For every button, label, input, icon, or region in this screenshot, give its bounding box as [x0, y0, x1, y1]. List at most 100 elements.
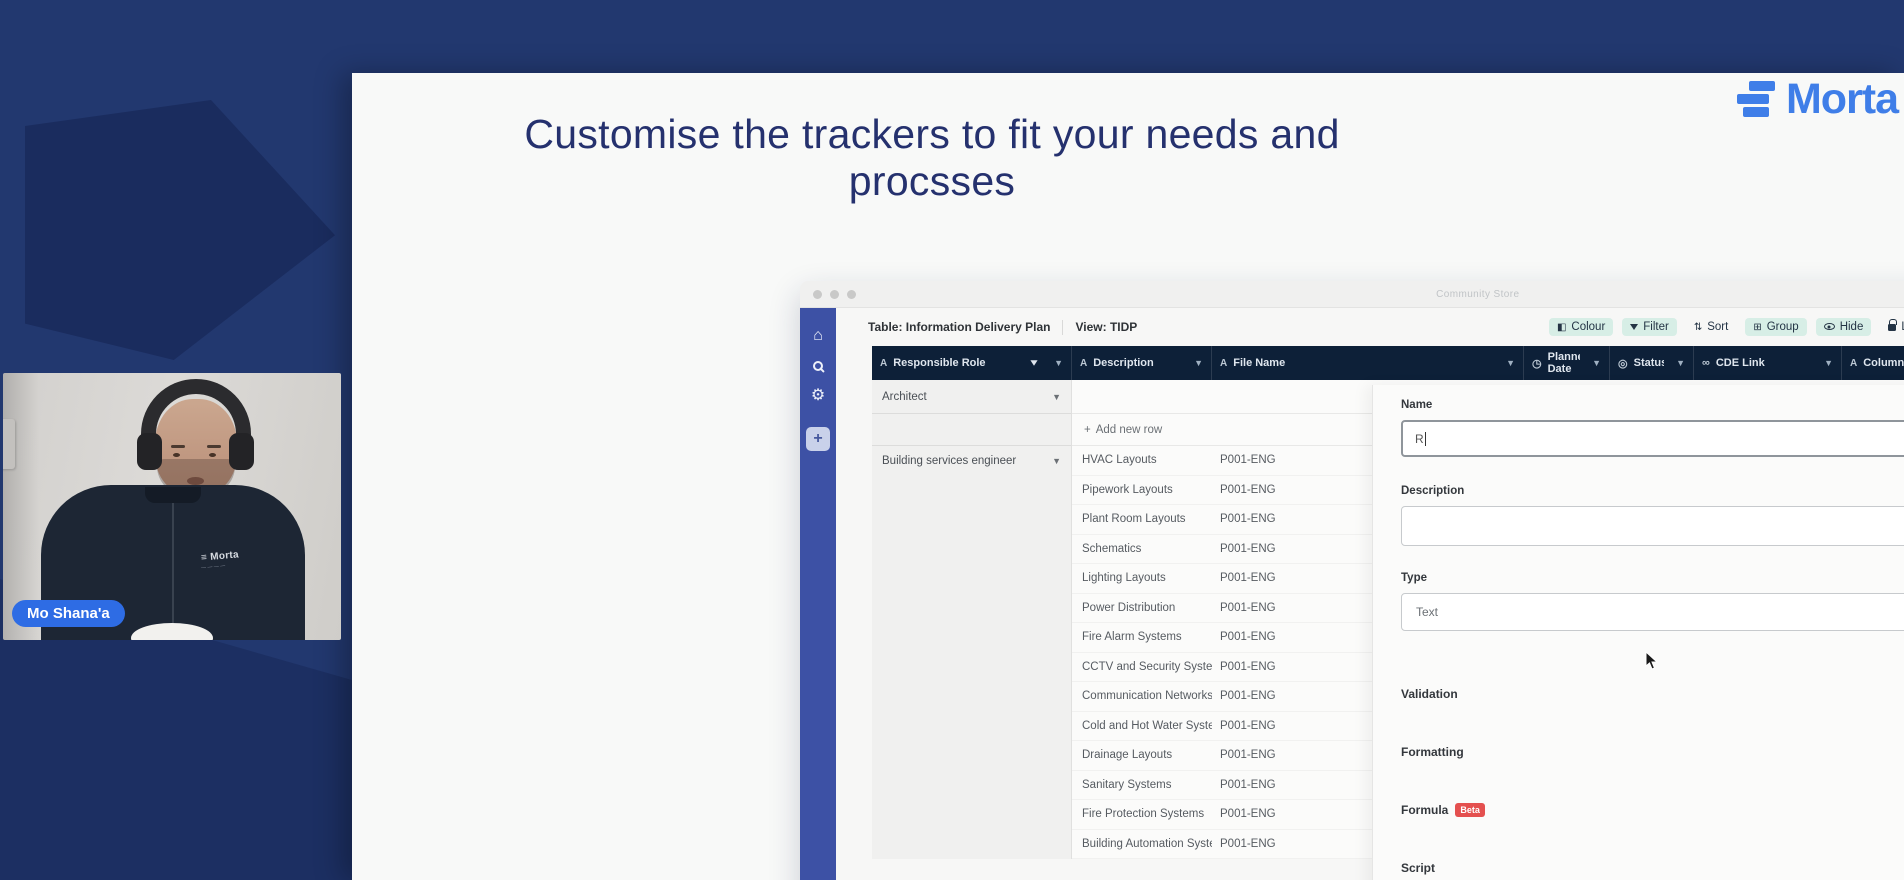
clock-icon: ◷ [1532, 357, 1542, 370]
window-control-dot[interactable] [830, 290, 839, 299]
presentation-slide: Morta Customise the trackers to fit your… [352, 73, 1904, 880]
sort-icon: ⇅ [1694, 321, 1702, 333]
chevron-down-icon[interactable]: ▼ [1824, 358, 1833, 368]
chevron-down-icon[interactable]: ▼ [1676, 358, 1685, 368]
window-control-dot[interactable] [847, 290, 856, 299]
titlebar-hint-text: Community Store [1436, 289, 1519, 300]
column-header-cde-link[interactable]: ∞CDE Link▼ [1694, 346, 1842, 380]
file-name-cell[interactable]: P001-ENG [1212, 749, 1276, 761]
hide-button[interactable]: Hide [1816, 318, 1872, 336]
file-name-cell[interactable]: P001-ENG [1212, 838, 1276, 850]
add-new-row-label: Add new row [1096, 424, 1162, 436]
divider [1062, 320, 1063, 335]
search-icon[interactable] [813, 361, 823, 371]
filter-button[interactable]: Filter [1622, 318, 1677, 336]
description-cell[interactable]: Schematics [1072, 543, 1212, 555]
file-name-cell[interactable]: P001-ENG [1212, 454, 1276, 466]
description-cell[interactable]: Lighting Layouts [1072, 572, 1212, 584]
column-header-status[interactable]: ◎Status▼ [1610, 346, 1694, 380]
view-toolbar: ◧ColourFilter⇅Sort⊞GroupHideLock+Sync Da… [1549, 317, 1904, 337]
description-cell[interactable]: HVAC Layouts [1072, 454, 1212, 466]
description-field-label: Description [1401, 485, 1904, 497]
group-row-building-services[interactable]: Building services engineer ▼ [872, 446, 1071, 476]
add-button[interactable]: + [806, 427, 830, 451]
description-cell[interactable]: Communication Networks [1072, 690, 1212, 702]
group-icon: ⊞ [1753, 321, 1761, 333]
description-input[interactable] [1401, 506, 1904, 546]
group-row-architect[interactable]: Architect ▼ [872, 380, 1071, 414]
empty-cell[interactable] [872, 414, 1071, 446]
file-name-cell[interactable]: P001-ENG [1212, 513, 1276, 525]
status-icon: ◎ [1618, 357, 1628, 370]
file-name-cell[interactable]: P001-ENG [1212, 631, 1276, 643]
description-cell[interactable]: Fire Protection Systems [1072, 808, 1212, 820]
gear-icon[interactable]: ⚙ [811, 388, 825, 404]
file-name-cell[interactable]: P001-ENG [1212, 808, 1276, 820]
group-label: Architect [882, 391, 927, 403]
jacket-logo-subtext: — — — — [201, 563, 226, 571]
webcam-video: ≡ Morta — — — — Mo Shana'a [3, 373, 341, 640]
text-type-icon: A [880, 358, 887, 369]
file-name-cell[interactable]: P001-ENG [1212, 661, 1276, 673]
column-header-planned-date[interactable]: ◷Planned Date▼ [1524, 346, 1610, 380]
presenter-eyebrow [171, 445, 185, 448]
column-header-file-name[interactable]: AFile Name▼ [1212, 346, 1524, 380]
window-control-dot[interactable] [813, 290, 822, 299]
file-name-cell[interactable]: P001-ENG [1212, 602, 1276, 614]
chevron-down-icon[interactable]: ▼ [1052, 392, 1061, 402]
type-select[interactable]: Text ▼ [1401, 593, 1904, 631]
presenter-name-badge: Mo Shana'a [12, 600, 125, 627]
view-name-label: View: TIDP [1075, 320, 1137, 334]
colour-button[interactable]: ◧Colour [1549, 318, 1613, 336]
lock-button[interactable]: Lock [1880, 317, 1904, 337]
name-input[interactable]: R [1401, 420, 1904, 457]
text-type-icon: A [1850, 358, 1857, 369]
presenter-eyebrow [207, 445, 221, 448]
description-cell[interactable]: Sanitary Systems [1072, 779, 1212, 791]
sort-button[interactable]: ⇅Sort [1686, 318, 1736, 336]
file-name-cell[interactable]: P001-ENG [1212, 543, 1276, 555]
description-cell[interactable]: CCTV and Security Systems [1072, 661, 1212, 673]
lock-icon [1888, 320, 1896, 334]
presenter-eye [209, 453, 216, 457]
file-name-cell[interactable]: P001-ENG [1212, 690, 1276, 702]
description-cell[interactable]: Fire Alarm Systems [1072, 631, 1212, 643]
file-name-cell[interactable]: P001-ENG [1212, 484, 1276, 496]
description-cell[interactable]: Power Distribution [1072, 602, 1212, 614]
chevron-down-icon[interactable]: ▼ [1592, 358, 1601, 368]
panel-section-script: ScriptShow [1401, 851, 1904, 880]
column-header-responsible-role[interactable]: AResponsible Role▼ [872, 346, 1072, 380]
responsible-role-column: Architect ▼ Building services engineer ▼ [872, 380, 1072, 859]
window-titlebar: Community Store [800, 281, 1904, 308]
description-cell[interactable]: Drainage Layouts [1072, 749, 1212, 761]
chevron-down-icon[interactable]: ▼ [1054, 358, 1063, 368]
filter-icon [1630, 321, 1638, 333]
description-cell[interactable]: Plant Room Layouts [1072, 513, 1212, 525]
background-shape [25, 100, 335, 360]
headphone-earcup [137, 433, 162, 470]
presenter-eye [173, 453, 180, 457]
description-cell[interactable]: Cold and Hot Water Systems [1072, 720, 1212, 732]
description-cell[interactable]: Pipework Layouts [1072, 484, 1212, 496]
section-label: Validation [1401, 687, 1458, 701]
link-icon: ∞ [1702, 357, 1710, 369]
file-name-cell[interactable]: P001-ENG [1212, 779, 1276, 791]
column-header-column-1[interactable]: AColumn 1▼ [1842, 346, 1904, 380]
panel-section-formatting: FormattingShow [1401, 735, 1904, 768]
group-button[interactable]: ⊞Group [1745, 318, 1806, 336]
chevron-down-icon[interactable]: ▼ [1052, 456, 1061, 466]
beta-badge: Beta [1455, 803, 1485, 817]
chevron-down-icon[interactable]: ▼ [1194, 358, 1203, 368]
home-icon[interactable]: ⌂ [813, 328, 823, 344]
presenter-mouth [187, 477, 204, 485]
panel-section-validation: ValidationShow [1401, 677, 1904, 710]
text-cursor [1425, 432, 1426, 446]
file-name-cell[interactable]: P001-ENG [1212, 572, 1276, 584]
plus-icon: + [1084, 424, 1091, 436]
filter-icon[interactable] [1030, 360, 1037, 365]
description-cell[interactable]: Building Automation Systems [1072, 838, 1212, 850]
file-name-cell[interactable]: P001-ENG [1212, 720, 1276, 732]
chevron-down-icon[interactable]: ▼ [1506, 358, 1515, 368]
panel-section-formula: FormulaBetaEnable [1401, 793, 1904, 826]
column-header-description[interactable]: ADescription▼ [1072, 346, 1212, 380]
